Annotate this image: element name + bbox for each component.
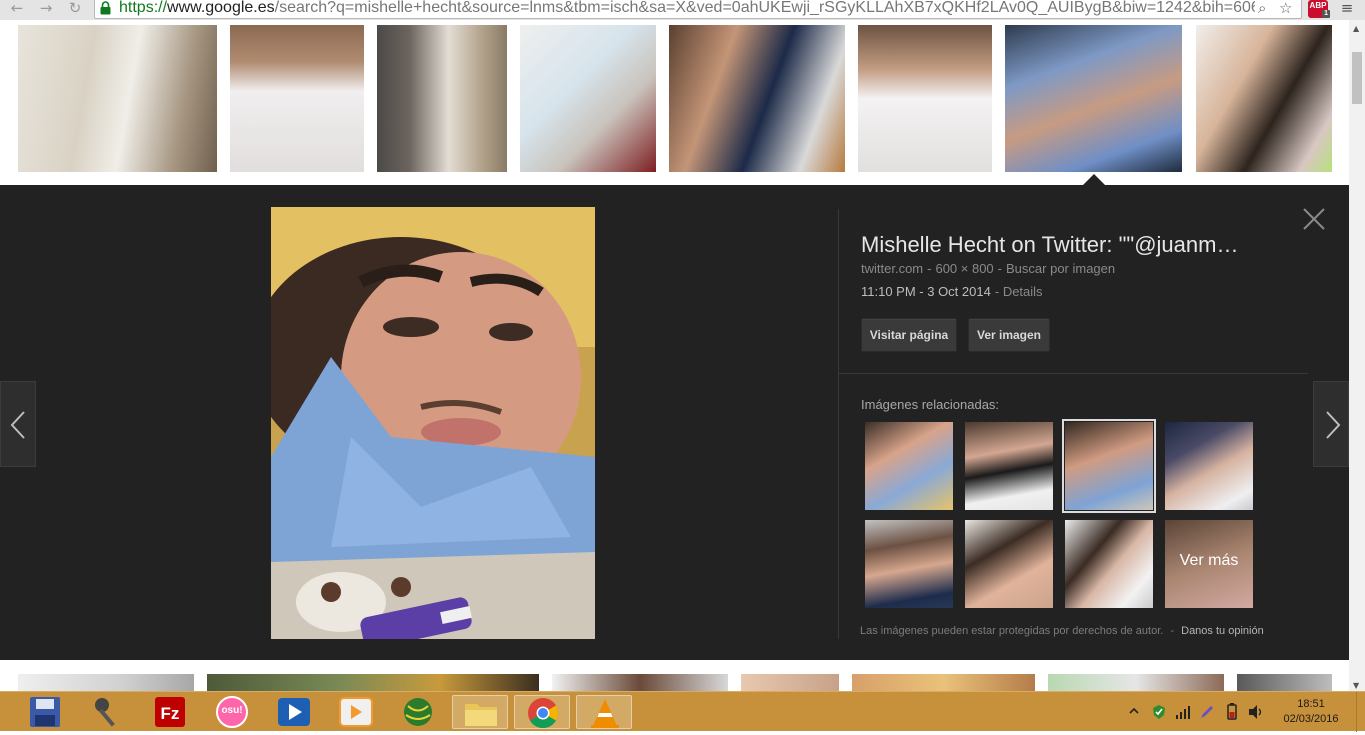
adblock-extension-button[interactable]: ABP 1 [1308,0,1330,18]
result-thumbnail[interactable] [377,25,507,172]
chevron-right-icon [1326,411,1341,439]
related-image[interactable] [965,422,1053,510]
result-thumbnail[interactable] [18,674,194,692]
adblock-label: ABP [1309,1,1327,10]
close-icon[interactable] [1300,205,1328,233]
network-signal-icon[interactable] [1175,704,1191,720]
taskbar-globe-app[interactable] [390,695,446,729]
related-image[interactable] [865,520,953,608]
previous-image-button[interactable] [0,381,36,467]
view-image-button[interactable]: Ver imagen [968,318,1050,352]
adblock-count-badge: 1 [1322,10,1330,18]
show-desktop-button[interactable] [1356,692,1365,732]
folder-icon [465,704,497,726]
visit-page-button[interactable]: Visitar página [861,318,957,352]
scroll-down-arrow-icon[interactable]: ▼ [1353,681,1359,690]
next-image-button[interactable] [1313,381,1349,467]
bookmark-star-icon[interactable]: ☆ [1279,0,1292,17]
taskbar-chrome[interactable] [514,695,570,729]
datetime-text: 11:10 PM - 3 Oct 2014 [861,284,991,299]
image-title[interactable]: Mishelle Hecht on Twitter: ""@juanm… [861,232,1281,258]
globe-icon [404,698,432,726]
vlc-cone-icon [591,699,619,728]
windows-taskbar: Fz osu! 18:51 02/03/2016 [0,691,1365,732]
video-app-icon [339,697,373,727]
filezilla-icon: Fz [155,697,185,727]
copyright-text: Las imágenes pueden estar protegidas por… [860,625,1164,637]
selection-pointer [1083,174,1105,185]
image-preview-panel: Mishelle Hecht on Twitter: ""@juanm… twi… [0,185,1349,660]
result-thumbnail[interactable] [207,674,539,692]
back-arrow-icon[interactable]: ← [6,0,28,18]
related-image[interactable] [965,520,1053,608]
scrollbar-thumb[interactable] [1352,52,1362,104]
result-thumbnail-selected[interactable] [1005,25,1182,172]
feedback-link[interactable]: Danos tu opinión [1181,625,1264,637]
result-thumbnail[interactable] [1048,674,1224,692]
section-divider [838,373,1308,374]
related-image-current[interactable] [1062,419,1156,513]
source-domain[interactable]: twitter.com [861,261,923,276]
result-thumbnail[interactable] [1196,25,1332,172]
volume-icon[interactable] [1247,703,1265,721]
taskbar-media-player[interactable] [266,695,322,729]
related-image[interactable] [865,422,953,510]
system-clock[interactable]: 18:51 02/03/2016 [1278,697,1344,727]
menu-icon[interactable]: ≡ [1336,0,1358,18]
osu-label: osu! [221,705,243,716]
result-thumbnail[interactable] [520,25,656,172]
clock-time: 18:51 [1297,698,1325,710]
clock-date: 02/03/2016 [1283,713,1339,725]
image-timestamp: 11:10 PM - 3 Oct 2014- Details [861,284,1043,299]
taskbar-osu[interactable]: osu! [204,695,260,729]
result-thumbnail[interactable] [552,674,728,692]
zoom-icon[interactable]: ⌕ [1258,0,1266,17]
chrome-icon [528,698,559,729]
floppy-disk-icon [30,697,60,727]
related-image[interactable] [1065,520,1153,608]
taskbar-filezilla[interactable]: Fz [142,695,198,729]
result-thumbnail[interactable] [669,25,845,172]
page-scrollbar[interactable]: ▲ ▼ [1349,20,1365,692]
forward-arrow-icon[interactable]: → [35,0,57,18]
media-player-icon [278,698,310,726]
shield-check-icon[interactable] [1151,704,1167,720]
scroll-up-arrow-icon[interactable]: ▲ [1353,24,1359,33]
preview-image[interactable] [251,207,595,649]
battery-icon[interactable] [1222,703,1240,721]
result-thumbnail[interactable] [852,674,1035,692]
microphone-icon [95,698,115,727]
taskbar-save-app[interactable] [18,695,74,729]
copyright-notice: Las imágenes pueden estar protegidas por… [860,625,1264,637]
url-text[interactable]: https://www.google.es/search?q=mishelle+… [119,0,1255,17]
result-thumbnail[interactable] [18,25,217,172]
chevron-left-icon [10,411,25,439]
more-related-images[interactable]: Ver más [1165,520,1253,608]
result-thumbnail[interactable] [230,25,364,172]
browser-toolbar: ← → ↻ https://www.google.es/search?q=mis… [0,0,1365,20]
address-bar[interactable]: https://www.google.es/search?q=mishelle+… [94,0,1302,19]
result-thumbnail[interactable] [741,674,839,692]
panel-divider [838,209,839,639]
taskbar-microphone-app[interactable] [80,695,136,729]
image-meta: twitter.com -600 × 800- Buscar por imagen [861,261,1116,276]
lock-icon [100,1,111,15]
related-image[interactable] [1165,422,1253,510]
related-images-label: Imágenes relacionadas: [861,397,1000,412]
search-by-image-link[interactable]: Buscar por imagen [1006,261,1115,276]
preview-photo [251,207,595,649]
result-thumbnail[interactable] [858,25,992,172]
more-label: Ver más [1179,552,1239,569]
taskbar-vlc[interactable] [576,695,632,729]
details-link[interactable]: Details [1003,284,1043,299]
image-dimensions: 600 × 800 [935,261,994,276]
result-thumbnail[interactable] [1237,674,1332,692]
pen-icon[interactable] [1199,704,1215,720]
taskbar-file-explorer[interactable] [452,695,508,729]
tray-expand-icon[interactable] [1128,705,1140,717]
reload-icon[interactable]: ↻ [64,0,86,18]
taskbar-video-app[interactable] [328,695,384,729]
svg-text:Fz: Fz [161,704,180,723]
